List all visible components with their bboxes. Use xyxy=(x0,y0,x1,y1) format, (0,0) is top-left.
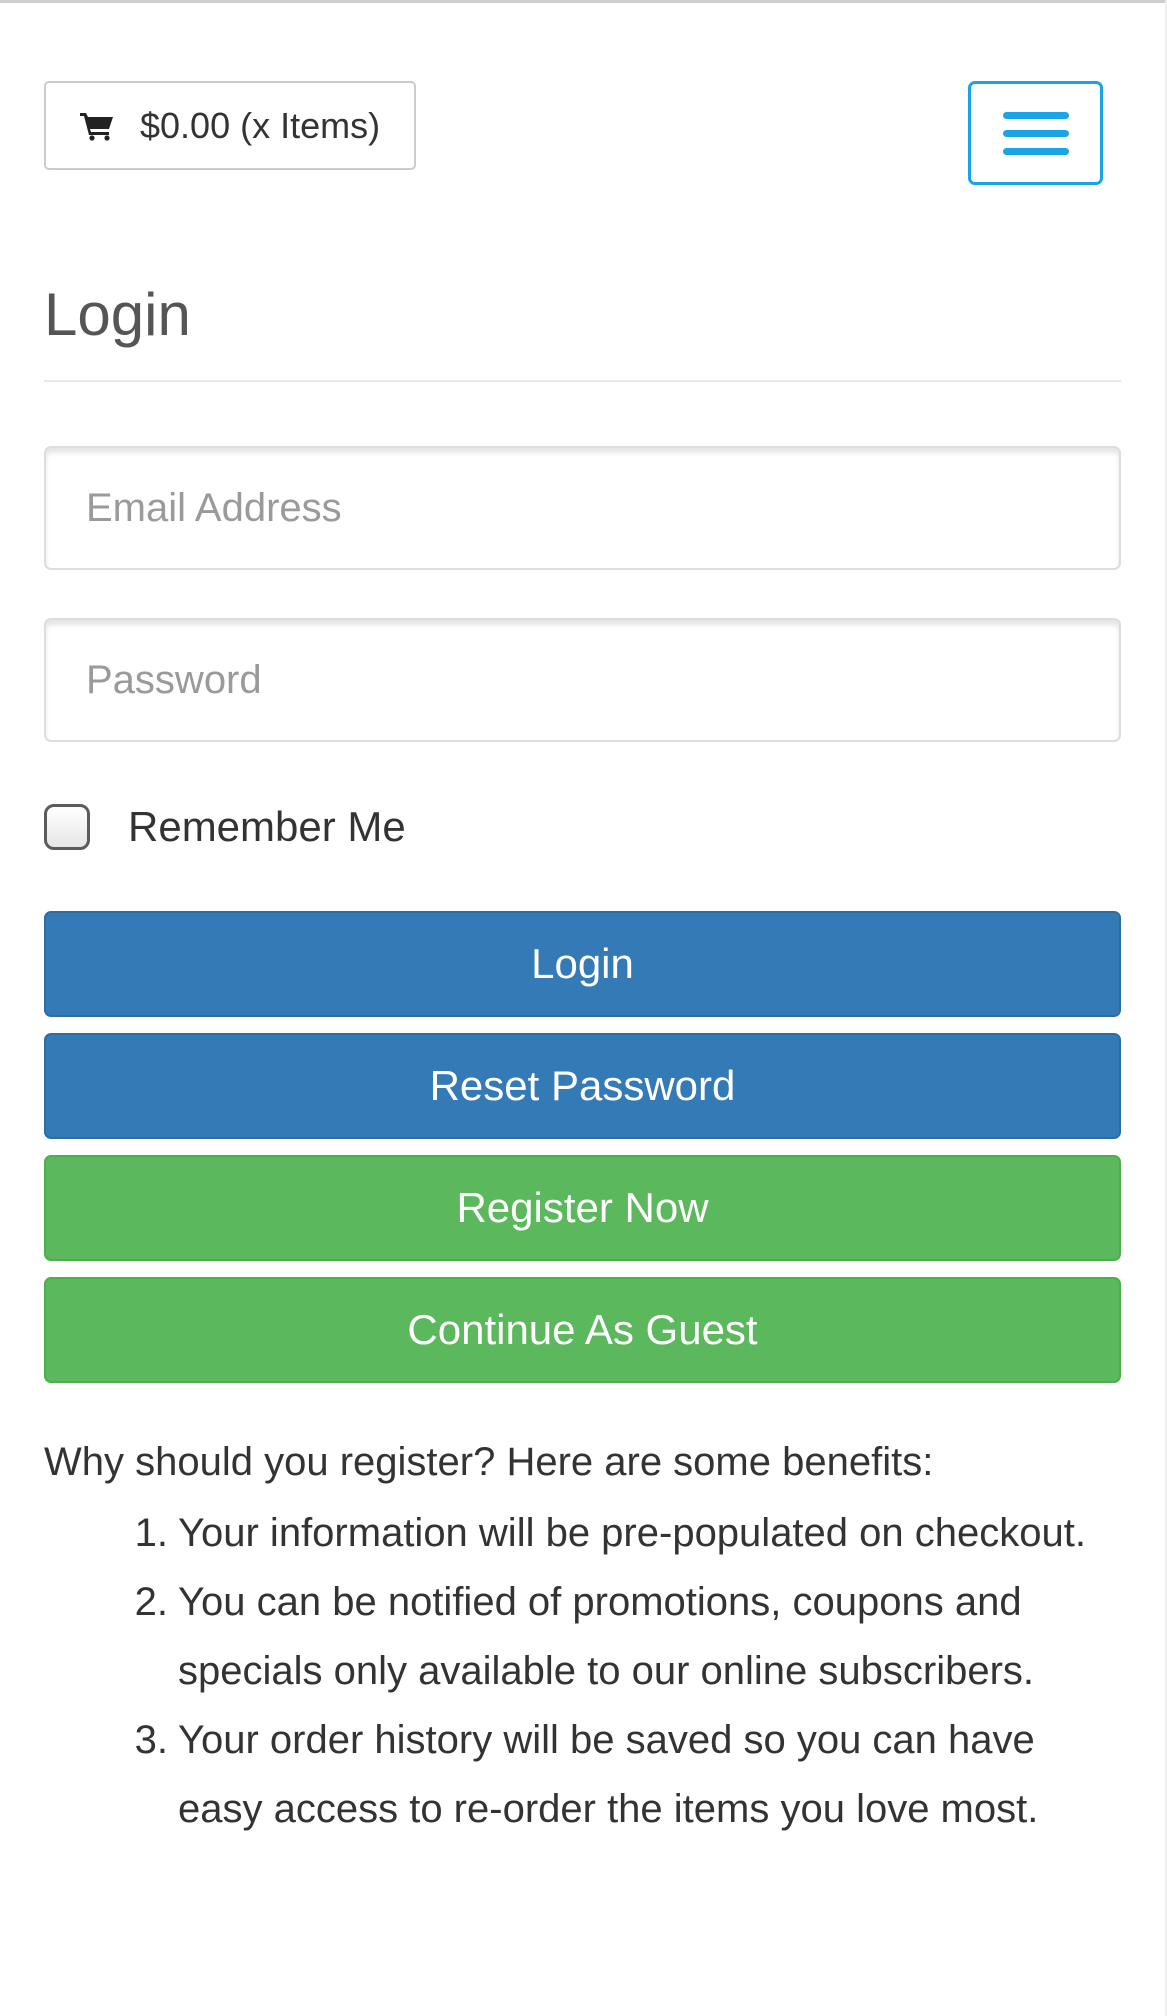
menu-bar xyxy=(1003,148,1069,155)
continue-as-guest-button[interactable]: Continue As Guest xyxy=(44,1277,1121,1383)
list-item-text: Your information will be pre-populated o… xyxy=(178,1511,1086,1555)
benefits-intro: Why should you register? Here are some b… xyxy=(44,1440,934,1484)
benefits-list: 1. Your information will be pre-populate… xyxy=(110,1499,1110,1844)
menu-bar xyxy=(1003,112,1069,119)
list-item: 2. You can be notified of promotions, co… xyxy=(110,1568,1110,1706)
top-border xyxy=(0,0,1167,3)
menu-toggle-button[interactable] xyxy=(968,81,1103,185)
shopping-cart-icon xyxy=(80,112,113,141)
cart-summary: $0.00 (x Items) xyxy=(140,104,381,146)
email-field[interactable] xyxy=(44,446,1121,570)
list-item-number: 1. xyxy=(134,1511,168,1555)
register-now-button[interactable]: Register Now xyxy=(44,1155,1121,1261)
list-item-text: You can be notified of promotions, coupo… xyxy=(178,1580,1035,1693)
list-item-number: 3. xyxy=(134,1718,168,1762)
login-button[interactable]: Login xyxy=(44,911,1121,1017)
reset-password-button[interactable]: Reset Password xyxy=(44,1033,1121,1139)
list-item: 3. Your order history will be saved so y… xyxy=(110,1706,1110,1844)
list-item: 1. Your information will be pre-populate… xyxy=(110,1499,1110,1568)
cart-button[interactable]: $0.00 (x Items) xyxy=(44,81,416,170)
password-field[interactable] xyxy=(44,618,1121,742)
remember-me-label: Remember Me xyxy=(128,803,406,850)
list-item-text: Your order history will be saved so you … xyxy=(178,1718,1039,1831)
page-title: Login xyxy=(44,281,191,348)
title-divider xyxy=(44,380,1121,382)
remember-me-toggle[interactable]: Remember Me xyxy=(44,800,406,854)
list-item-number: 2. xyxy=(134,1580,168,1624)
remember-me-checkbox[interactable] xyxy=(44,804,90,850)
menu-bar xyxy=(1003,130,1069,137)
